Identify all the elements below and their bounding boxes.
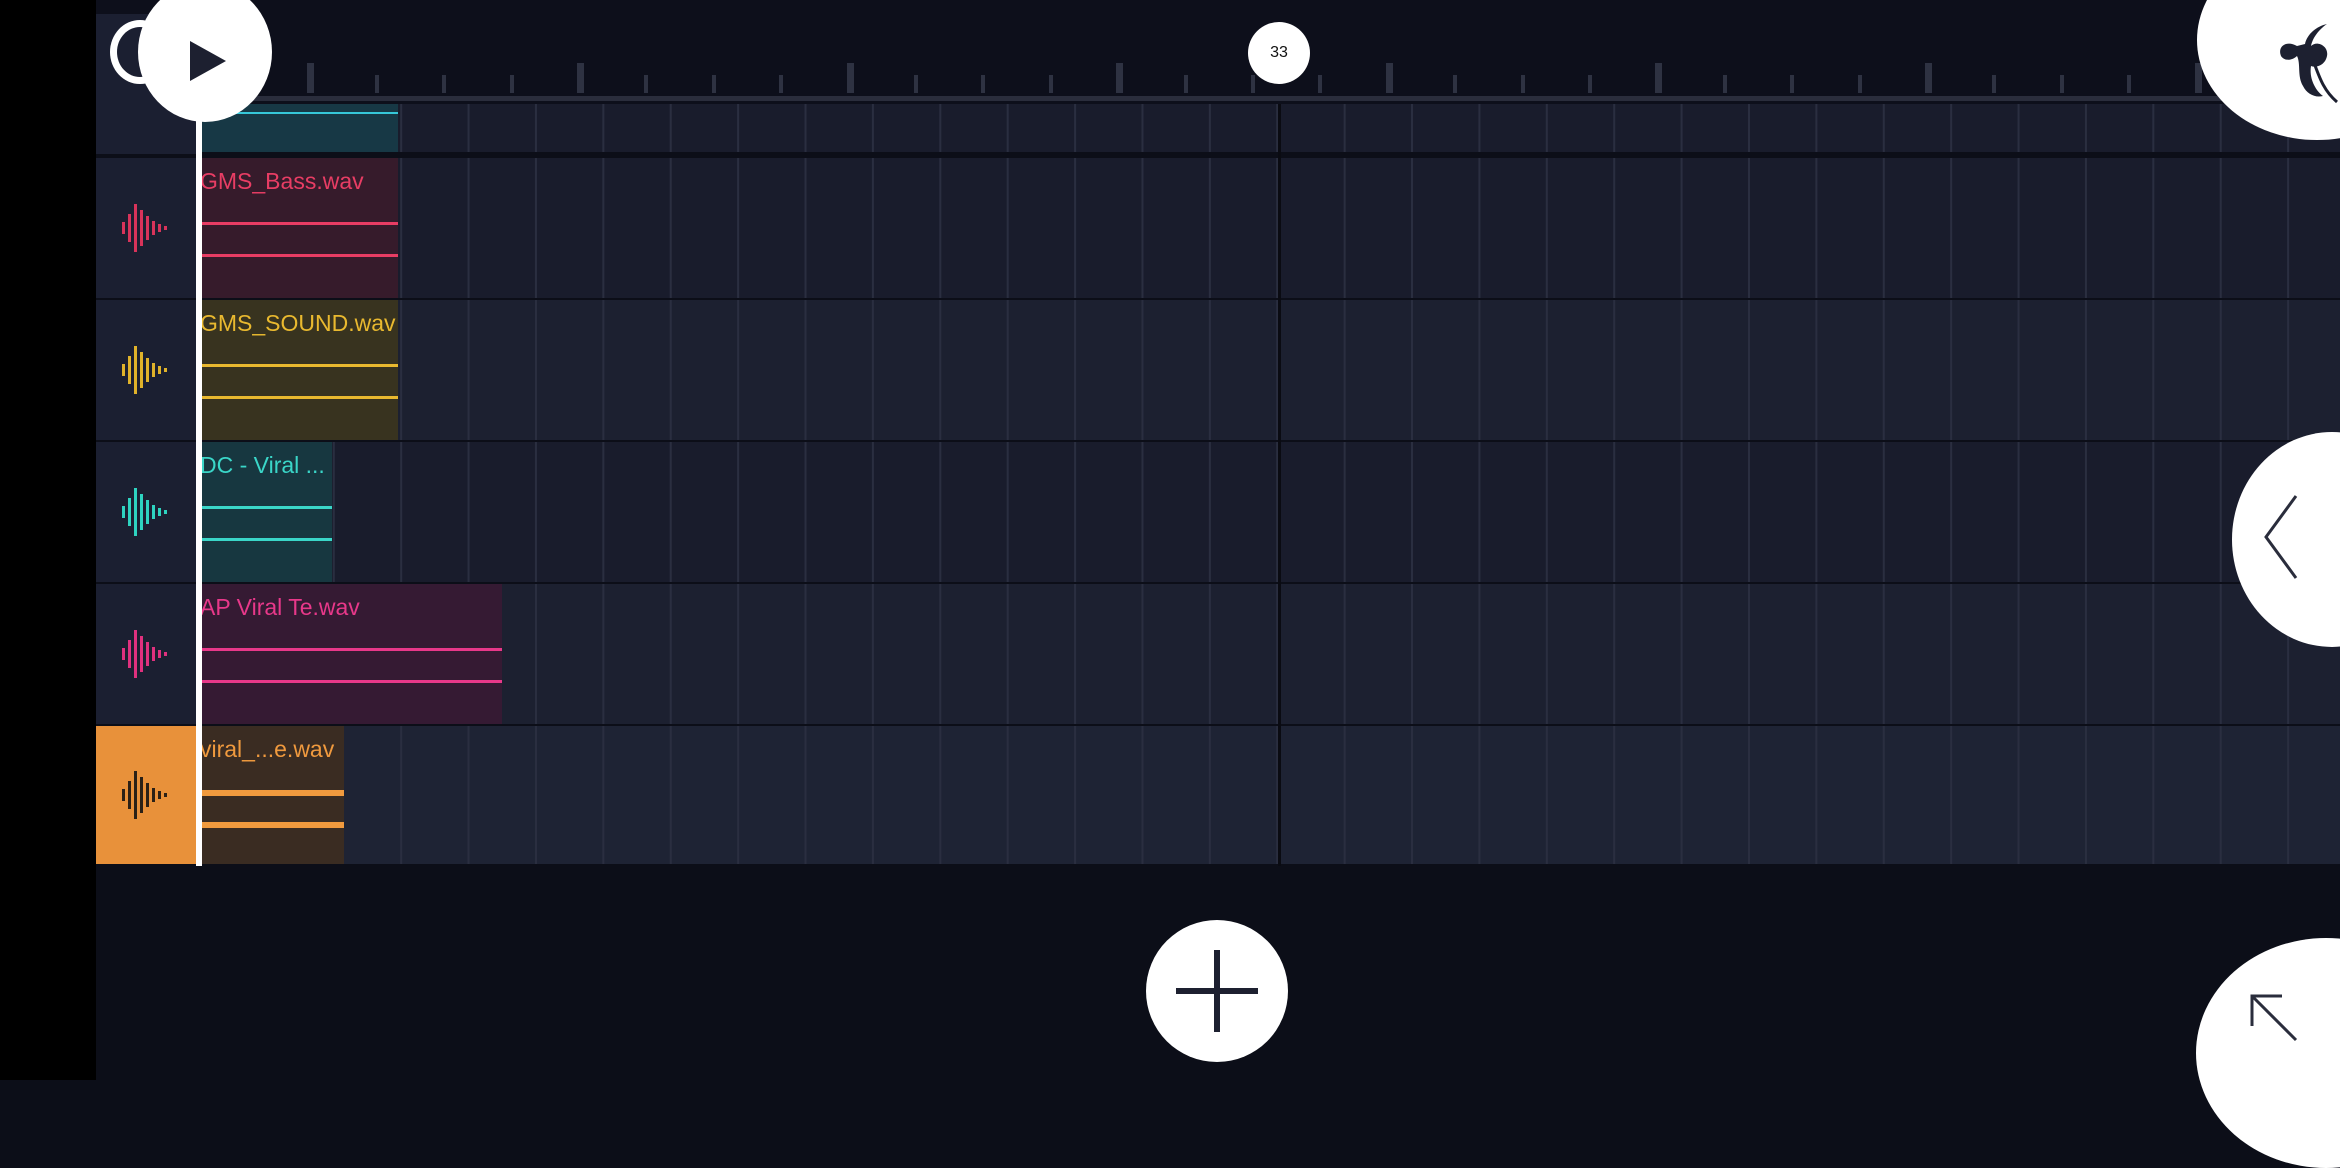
ruler-tick <box>914 75 918 93</box>
track-header[interactable] <box>96 158 198 298</box>
track-row[interactable]: DC - Viral ... <box>96 442 2340 584</box>
waveform <box>198 396 398 399</box>
track-row[interactable]: GMS_SOUND.wav <box>96 300 2340 442</box>
waveform <box>198 790 344 796</box>
playlist-tracks: GMS_Bass.wav GMS_SOUND.wav DC - Viral ..… <box>96 14 2340 866</box>
audio-waveform-icon <box>122 630 167 678</box>
track-header[interactable] <box>96 584 198 724</box>
ruler-tick <box>1251 75 1255 93</box>
audio-waveform-icon <box>122 771 167 819</box>
audio-clip[interactable]: viral_...e.wav <box>198 726 344 864</box>
bar-separator <box>1278 104 1281 866</box>
track-row[interactable]: viral_...e.wav <box>96 726 2340 866</box>
track-lane[interactable]: viral_...e.wav <box>198 726 2340 864</box>
plus-icon <box>1176 950 1258 1032</box>
ruler-tick <box>711 75 716 93</box>
waveform <box>198 364 398 367</box>
ruler-tick <box>1048 75 1053 93</box>
ruler-tick <box>374 75 379 93</box>
waveform <box>198 506 332 509</box>
waveform <box>198 538 332 541</box>
track-header-selected[interactable] <box>96 726 198 864</box>
ruler-tick <box>1655 63 1663 93</box>
track-lane[interactable]: GMS_Bass.wav <box>198 158 2340 298</box>
audio-clip[interactable]: AP Viral Te.wav <box>198 584 502 724</box>
waveform <box>198 822 344 828</box>
ruler-tick <box>1588 75 1592 93</box>
ruler-tick <box>1722 75 1727 93</box>
ruler-tick <box>1925 63 1932 93</box>
clip-name: GMS_Bass.wav <box>200 168 364 194</box>
ruler-tick <box>577 63 584 93</box>
left-edge-bar <box>0 0 96 1080</box>
play-icon <box>190 41 226 81</box>
bar-position-marker[interactable]: 33 <box>1248 22 1310 84</box>
waveform <box>198 680 502 683</box>
ruler-tick <box>981 75 986 93</box>
ruler-tick <box>1453 75 1458 93</box>
ruler-tick <box>1790 75 1795 93</box>
audio-waveform-icon <box>122 346 167 394</box>
ruler-tick <box>1857 75 1862 93</box>
ruler-tick <box>1183 75 1188 93</box>
track-header[interactable] <box>96 300 198 440</box>
track-lane[interactable]: DC - Viral ... <box>198 442 2340 582</box>
waveform <box>198 254 398 257</box>
ruler-tick <box>1116 63 1124 93</box>
track-lane[interactable]: AP Viral Te.wav <box>198 584 2340 724</box>
track-lane[interactable] <box>198 104 2340 152</box>
track-header[interactable] <box>96 442 198 582</box>
track-row[interactable]: AP Viral Te.wav <box>96 584 2340 726</box>
audio-clip[interactable]: GMS_Bass.wav <box>198 158 398 298</box>
clip-name: DC - Viral ... <box>200 452 325 478</box>
bar-number: 33 <box>1270 44 1288 61</box>
ruler-tick <box>509 75 514 93</box>
audio-clip[interactable]: GMS_SOUND.wav <box>198 300 398 440</box>
ruler-tick <box>644 75 649 93</box>
clip-name: viral_...e.wav <box>200 736 335 762</box>
track-row[interactable]: GMS_Bass.wav <box>96 158 2340 300</box>
ruler-tick <box>846 63 854 93</box>
waveform <box>198 648 502 651</box>
audio-waveform-icon <box>122 488 167 536</box>
timeline-ruler[interactable] <box>96 0 2340 104</box>
ruler-tick <box>1992 75 1997 93</box>
ruler-tick <box>442 75 447 93</box>
ruler-tick <box>307 63 315 93</box>
track-row[interactable] <box>96 14 2340 154</box>
clip-name: AP Viral Te.wav <box>200 594 360 620</box>
ruler-tick <box>2127 75 2132 93</box>
ruler-tick <box>1385 63 1393 93</box>
ruler-tick <box>2059 75 2064 93</box>
ruler-tick <box>1520 75 1525 93</box>
arrow-up-left-icon <box>2250 994 2298 1042</box>
playhead[interactable] <box>196 104 202 866</box>
audio-waveform-icon <box>122 204 167 252</box>
ruler-tick <box>1318 75 1323 93</box>
chevron-left-icon <box>2264 495 2298 579</box>
add-track-button[interactable] <box>1146 920 1288 1062</box>
ruler-tick <box>2194 63 2202 93</box>
ruler-tick <box>779 75 784 93</box>
fl-fruit-icon <box>2280 24 2338 104</box>
waveform <box>198 222 398 225</box>
track-lane[interactable]: GMS_SOUND.wav <box>198 300 2340 440</box>
audio-clip[interactable]: DC - Viral ... <box>198 442 332 582</box>
ruler-baseline <box>96 96 2340 101</box>
clip-name: GMS_SOUND.wav <box>200 310 396 336</box>
